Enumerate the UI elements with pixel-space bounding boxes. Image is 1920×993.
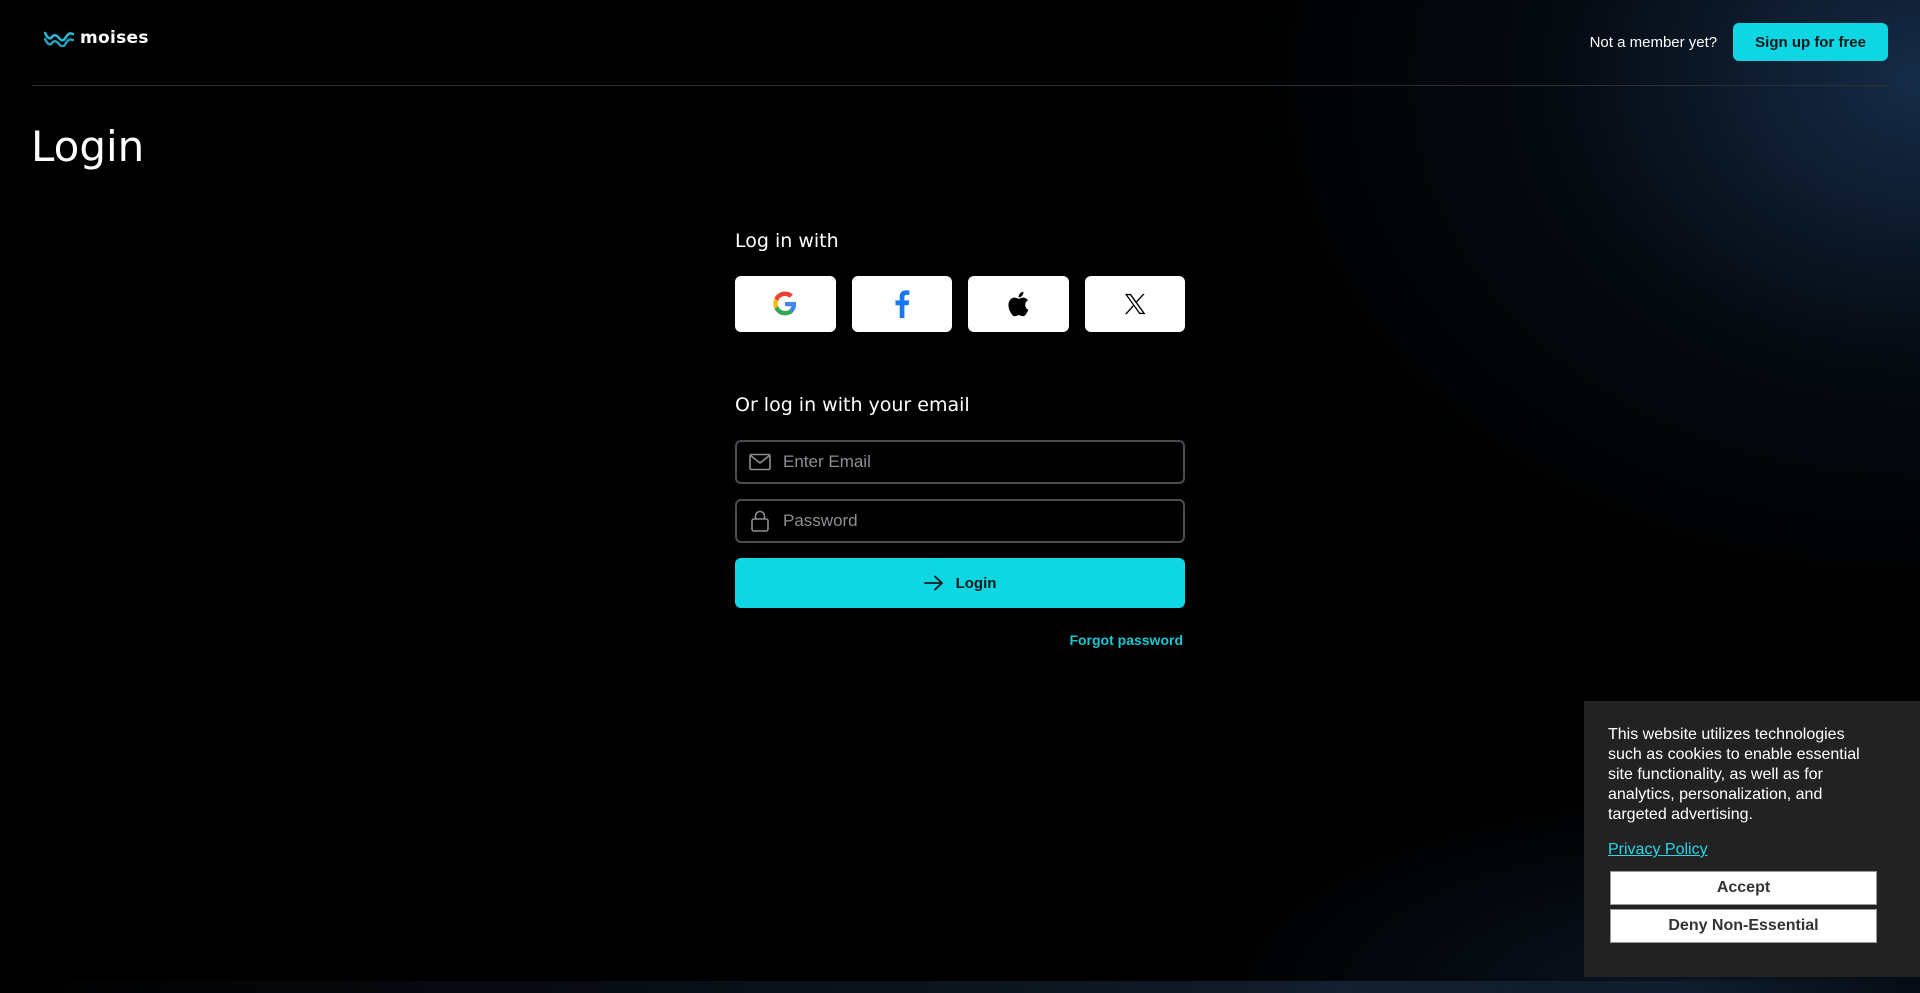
login-button-label: Login <box>955 574 997 592</box>
apple-login-button[interactable] <box>968 276 1069 332</box>
apple-icon <box>1008 291 1029 317</box>
bottom-glow <box>0 981 1920 993</box>
arrow-right-icon <box>923 575 943 591</box>
logo-text: moises <box>80 28 149 48</box>
login-panel: Log in with Or log in with your email En… <box>735 230 1185 648</box>
lock-icon <box>751 510 769 532</box>
facebook-login-button[interactable] <box>851 276 952 332</box>
email-input[interactable] <box>783 452 1183 472</box>
top-header: moises Not a member yet? Sign up for fre… <box>32 0 1888 86</box>
x-login-button[interactable] <box>1084 276 1185 332</box>
email-login-label: Or log in with your email <box>735 394 970 416</box>
google-login-button[interactable] <box>735 276 836 332</box>
social-login-row <box>735 276 1185 332</box>
social-login-label: Log in with <box>735 230 839 252</box>
password-field[interactable] <box>735 499 1185 543</box>
login-button[interactable]: Login <box>735 558 1185 608</box>
cookie-text: This website utilizes technologies such … <box>1608 726 1860 823</box>
privacy-policy-link[interactable]: Privacy Policy <box>1608 841 1708 859</box>
password-input[interactable] <box>783 511 1183 531</box>
x-icon <box>1124 293 1146 315</box>
cookie-banner: This website utilizes technologies such … <box>1584 701 1920 977</box>
email-field[interactable] <box>735 440 1185 484</box>
signup-button[interactable]: Sign up for free <box>1733 23 1888 61</box>
moises-logo[interactable]: moises <box>44 28 149 48</box>
page-title: Login <box>31 122 145 171</box>
forgot-password-link[interactable]: Forgot password <box>735 632 1183 648</box>
deny-cookies-button[interactable]: Deny Non-Essential <box>1610 909 1877 943</box>
not-member-text: Not a member yet? <box>1589 33 1718 51</box>
moises-wave-icon <box>44 31 74 47</box>
google-icon <box>773 291 797 316</box>
header-actions: Not a member yet? Sign up for free <box>1590 23 1888 61</box>
accept-cookies-button[interactable]: Accept <box>1610 871 1877 905</box>
mail-icon <box>749 453 771 471</box>
facebook-icon <box>895 290 910 318</box>
